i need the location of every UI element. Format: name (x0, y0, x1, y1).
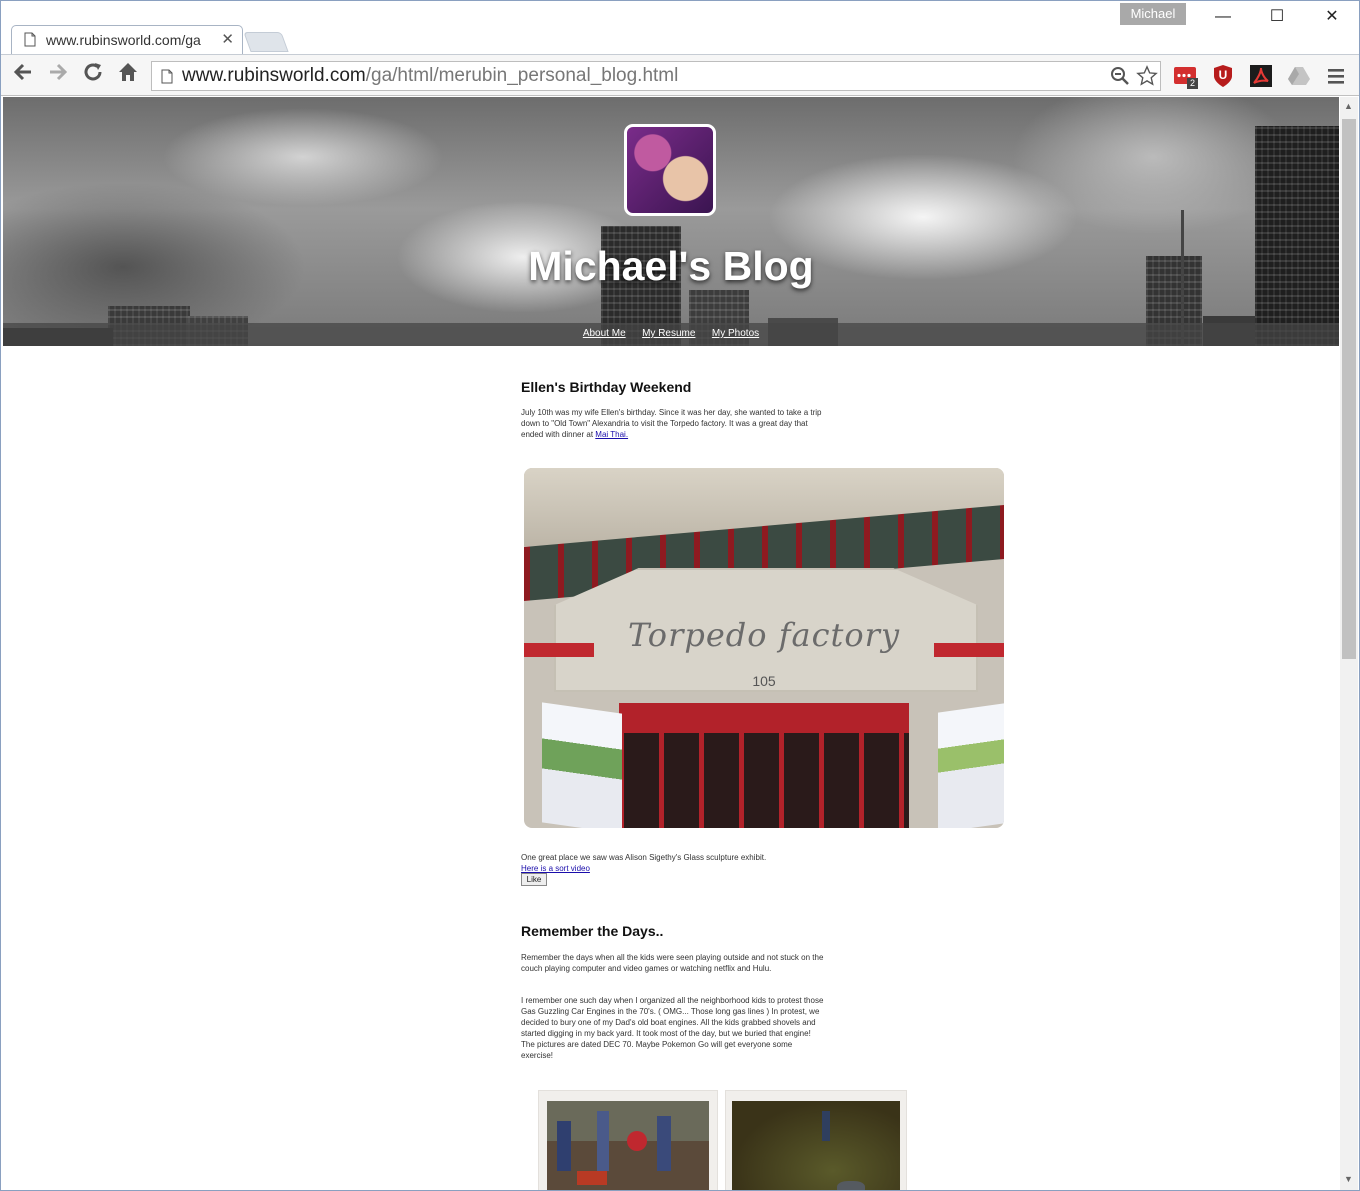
photo-figure (822, 1111, 830, 1141)
photo-figure (657, 1116, 671, 1171)
back-arrow-icon (13, 63, 31, 81)
nav-about-me-link[interactable]: About Me (583, 328, 626, 339)
reload-button[interactable] (79, 61, 107, 89)
tab-title: www.rubinsworld.com/ga (46, 32, 201, 48)
reload-icon (84, 63, 102, 81)
profile-button[interactable]: Michael (1120, 3, 1186, 25)
header-nav: About Me My Resume My Photos (3, 323, 1339, 346)
post-caption: One great place we saw was Alison Sigeth… (521, 853, 767, 862)
extension-badge: 2 (1187, 78, 1198, 89)
photo-figure (627, 1131, 647, 1151)
pdf-extension-icon[interactable] (1249, 64, 1273, 88)
ublock-letter: U (1218, 68, 1228, 82)
buried-engine-photo (732, 1101, 900, 1190)
video-link-row: Here is a sort video (521, 863, 826, 874)
close-window-button[interactable]: ✕ (1312, 5, 1352, 29)
scroll-up-arrow-icon[interactable]: ▲ (1344, 101, 1353, 111)
tab-close-icon[interactable]: ✕ (221, 30, 234, 48)
like-button[interactable]: Like (521, 873, 547, 886)
video-link[interactable]: Here is a sort video (521, 864, 590, 873)
photo-entrance-header (619, 703, 909, 733)
page-viewport: Michael's Blog About Me My Resume My Pho… (3, 97, 1339, 1190)
post-paragraph: I remember one such day when I organized… (521, 996, 824, 1060)
kids-digging-photo (547, 1101, 709, 1190)
title-bar: www.rubinsworld.com/ga ✕ Michael — ☐ ✕ (1, 1, 1359, 54)
zoom-icon[interactable] (1110, 66, 1130, 86)
avatar (624, 124, 716, 216)
kids-digging-photo-frame (538, 1090, 718, 1190)
ublock-extension-icon[interactable]: U (1211, 64, 1235, 88)
photo-building-number: 105 (752, 673, 776, 689)
photo-right-banner (938, 703, 1004, 828)
url-text: www.rubinsworld.com/ga/html/merubin_pers… (182, 65, 678, 87)
blog-title: Michael's Blog (528, 243, 814, 289)
photo-figure (557, 1121, 571, 1171)
post-title: Remember the Days.. (521, 923, 664, 939)
lastpass-extension-icon[interactable]: 2 (1173, 64, 1198, 89)
scroll-down-arrow-icon[interactable]: ▼ (1344, 1174, 1353, 1184)
forward-button[interactable] (44, 61, 72, 89)
hamburger-menu-icon (1328, 69, 1344, 84)
drive-extension-icon[interactable] (1287, 64, 1311, 88)
header-banner: Michael's Blog About Me My Resume My Pho… (3, 97, 1339, 346)
page-icon (161, 69, 173, 84)
tall-tower (1255, 126, 1339, 346)
photo-sign-text: Torpedo factory (627, 616, 901, 654)
address-bar[interactable]: www.rubinsworld.com/ga/html/merubin_pers… (151, 61, 1161, 91)
new-tab-button[interactable] (243, 32, 289, 52)
home-button[interactable] (114, 61, 142, 89)
drive-icon (1288, 67, 1310, 85)
maximize-button[interactable]: ☐ (1257, 5, 1297, 29)
photo-engine (837, 1181, 865, 1190)
browser-toolbar: www.rubinsworld.com/ga/html/merubin_pers… (1, 54, 1359, 96)
bookmark-star-icon[interactable] (1136, 65, 1158, 87)
scrollbar-thumb[interactable] (1342, 119, 1356, 659)
url-path: /ga/html/merubin_personal_blog.html (365, 65, 679, 86)
mai-thai-link[interactable]: Mai Thai. (595, 430, 628, 439)
menu-button[interactable] (1326, 66, 1350, 90)
post-intro: July 10th was my wife Ellen's birthday. … (521, 407, 826, 440)
back-button[interactable] (9, 61, 37, 89)
buried-engine-photo-frame (725, 1090, 907, 1190)
photo-left-banner (542, 702, 622, 828)
nav-my-photos-link[interactable]: My Photos (712, 328, 759, 339)
post-title: Ellen's Birthday Weekend (521, 379, 692, 395)
url-host: www.rubinsworld.com (182, 65, 366, 86)
photo-figure (597, 1111, 609, 1171)
post-intro-text: July 10th was my wife Ellen's birthday. … (521, 408, 822, 439)
page-icon (24, 32, 36, 47)
browser-window: www.rubinsworld.com/ga ✕ Michael — ☐ ✕ w… (0, 0, 1360, 1191)
photo-engine (577, 1171, 607, 1185)
post-paragraph: Remember the days when all the kids were… (521, 953, 824, 973)
minimize-button[interactable]: — (1203, 5, 1243, 29)
acrobat-icon (1250, 65, 1272, 87)
torpedo-factory-photo: Torpedo factory 105 (524, 468, 1004, 828)
home-icon (119, 63, 137, 81)
browser-tab[interactable]: www.rubinsworld.com/ga ✕ (11, 25, 243, 54)
nav-my-resume-link[interactable]: My Resume (642, 328, 695, 339)
forward-arrow-icon (50, 63, 68, 81)
vertical-scrollbar[interactable]: ▲ ▼ (1340, 97, 1358, 1190)
